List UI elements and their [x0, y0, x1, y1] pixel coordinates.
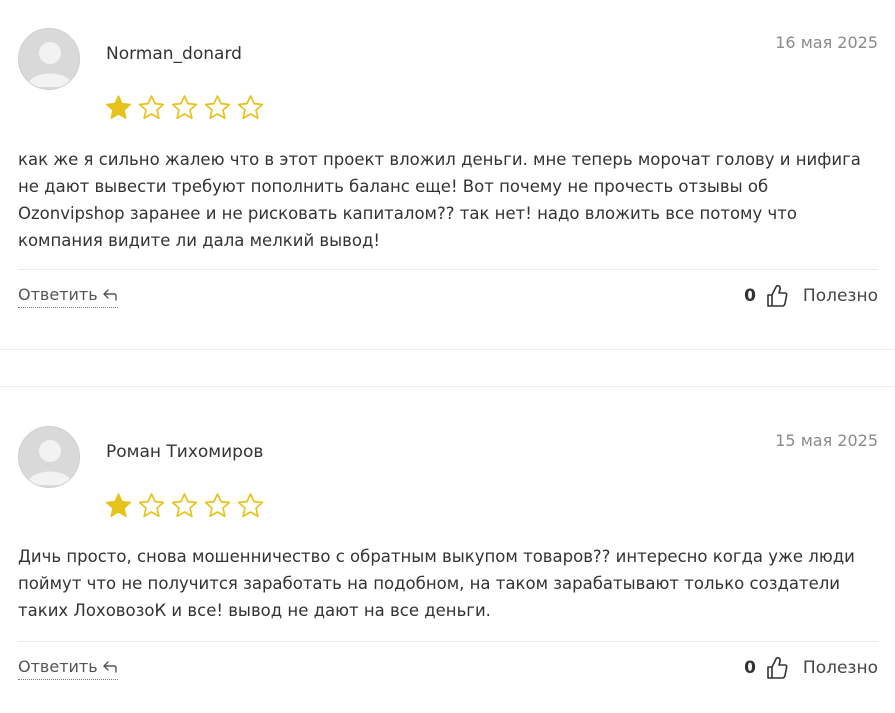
thumbs-up-icon[interactable] — [766, 284, 788, 308]
star-empty-icon — [138, 95, 165, 120]
divider — [18, 269, 878, 270]
review-date: 15 мая 2025 — [775, 431, 878, 450]
avatar — [18, 28, 80, 90]
reply-button[interactable]: Ответить — [18, 657, 118, 680]
review-separator — [0, 349, 895, 350]
divider — [18, 641, 878, 642]
thumbs-up-icon[interactable] — [766, 656, 788, 680]
star-empty-icon — [138, 493, 165, 518]
review-author: Роман Тихомиров — [106, 442, 264, 462]
rating-stars — [104, 93, 265, 122]
review-card: Norman_donard 16 мая 2025 как же я сильн… — [0, 28, 895, 318]
reply-label: Ответить — [18, 657, 98, 676]
star-filled-icon — [105, 493, 132, 517]
reply-arrow-icon — [102, 660, 117, 673]
reply-label: Ответить — [18, 285, 98, 304]
rating-stars — [104, 491, 265, 520]
star-empty-icon — [171, 493, 198, 518]
helpful-label: Полезно — [802, 658, 878, 678]
helpful-block: 0 Полезно — [744, 656, 878, 680]
review-date: 16 мая 2025 — [775, 33, 878, 52]
avatar — [18, 426, 80, 488]
star-empty-icon — [237, 95, 264, 120]
review-text: как же я сильно жалею что в этот проект … — [18, 150, 861, 250]
review-author: Norman_donard — [106, 44, 242, 64]
review-text: Дичь просто, снова мошенничество с обрат… — [18, 547, 855, 620]
star-empty-icon — [237, 493, 264, 518]
reply-arrow-icon — [102, 288, 117, 301]
helpful-block: 0 Полезно — [744, 284, 878, 308]
star-filled-icon — [105, 95, 132, 119]
star-empty-icon — [204, 493, 231, 518]
review-card: Роман Тихомиров 15 мая 2025 Дичь просто,… — [0, 426, 895, 713]
helpful-label: Полезно — [802, 286, 878, 306]
star-empty-icon — [204, 95, 231, 120]
helpful-count: 0 — [744, 658, 756, 678]
review-separator — [0, 386, 895, 387]
reply-button[interactable]: Ответить — [18, 285, 118, 308]
star-empty-icon — [171, 95, 198, 120]
helpful-count: 0 — [744, 286, 756, 306]
